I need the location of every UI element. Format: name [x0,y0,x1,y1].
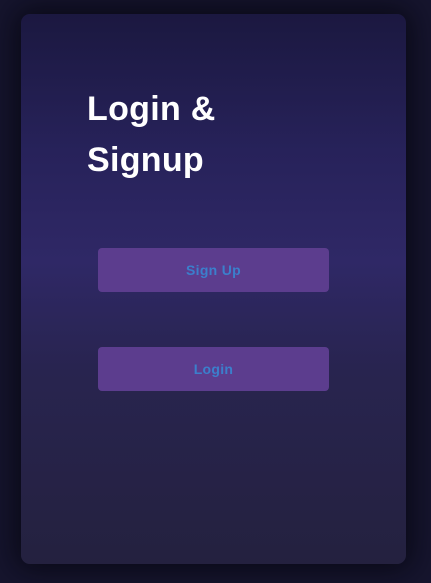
auth-card: Login & Signup Sign Up Login [21,14,406,564]
sign-up-button[interactable]: Sign Up [98,248,329,292]
login-button[interactable]: Login [98,347,329,391]
page-title: Login & Signup [87,90,216,179]
